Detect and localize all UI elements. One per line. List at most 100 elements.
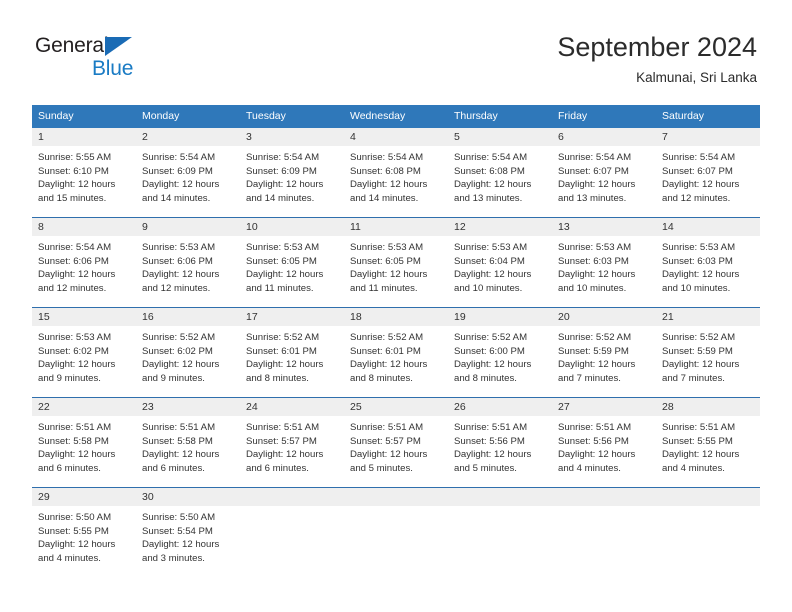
calendar-day-cell[interactable]: 7 Sunrise: 5:54 AM Sunset: 6:07 PM Daylight… bbox=[656, 128, 760, 210]
calendar-day-cell[interactable]: 29 Sunrise: 5:50 AM Sunset: 5:55 PM Dayligh… bbox=[32, 488, 136, 570]
calendar-day-cell[interactable]: 12 Sunrise: 5:53 AM Sunset: 6:04 PM Dayligh… bbox=[448, 218, 552, 300]
calendar-day-cell[interactable]: 26 Sunrise: 5:51 AM Sunset: 5:56 PM Dayligh… bbox=[448, 398, 552, 480]
day-details: Sunrise: 5:52 AM Sunset: 5:59 PM Daylight:… bbox=[552, 326, 656, 385]
calendar-day-cell[interactable]: 16 Sunrise: 5:52 AM Sunset: 6:02 PM Dayligh… bbox=[136, 308, 240, 390]
daylight-duration-line2: and 9 minutes. bbox=[38, 372, 101, 384]
daylight-duration-line1: Daylight: 12 hours bbox=[350, 179, 428, 191]
sunset-time: Sunset: 6:03 PM bbox=[662, 255, 733, 267]
calendar-day-cell[interactable]: 10 Sunrise: 5:53 AM Sunset: 6:05 PM Dayligh… bbox=[240, 218, 344, 300]
sunrise-time: Sunrise: 5:51 AM bbox=[350, 422, 424, 433]
daylight-duration-line1: Daylight: 12 hours bbox=[38, 449, 116, 461]
calendar-day-cell[interactable]: 30 Sunrise: 5:50 AM Sunset: 5:54 PM Dayligh… bbox=[136, 488, 240, 570]
daylight-duration-line2: and 13 minutes. bbox=[558, 192, 627, 204]
general-blue-logo[interactable]: General Blue bbox=[35, 34, 235, 84]
day-number bbox=[656, 488, 760, 506]
weekday-saturday: Saturday bbox=[662, 110, 705, 122]
calendar-day-cell[interactable]: 27 Sunrise: 5:51 AM Sunset: 5:56 PM Dayligh… bbox=[552, 398, 656, 480]
calendar-day-cell[interactable]: 21 Sunrise: 5:52 AM Sunset: 5:59 PM Dayligh… bbox=[656, 308, 760, 390]
day-details: Sunrise: 5:52 AM Sunset: 6:00 PM Daylight:… bbox=[448, 326, 552, 385]
weekday-header-row: Sunday Monday Tuesday Wednesday Thursday… bbox=[32, 105, 760, 128]
calendar-day-cell[interactable]: 11 Sunrise: 5:53 AM Sunset: 6:05 PM Dayligh… bbox=[344, 218, 448, 300]
daylight-duration-line2: and 10 minutes. bbox=[454, 282, 523, 294]
day-number: 28 bbox=[656, 398, 760, 416]
daylight-duration-line2: and 4 minutes. bbox=[662, 462, 725, 474]
day-number: 23 bbox=[136, 398, 240, 416]
sunrise-time: Sunrise: 5:52 AM bbox=[246, 332, 320, 343]
daylight-duration-line2: and 15 minutes. bbox=[38, 192, 107, 204]
daylight-duration-line1: Daylight: 12 hours bbox=[246, 179, 324, 191]
calendar-day-cell[interactable]: 9 Sunrise: 5:53 AM Sunset: 6:06 PM Daylight… bbox=[136, 218, 240, 300]
sunset-time: Sunset: 6:09 PM bbox=[246, 165, 317, 177]
calendar-day-cell-empty bbox=[656, 488, 760, 570]
sunrise-time: Sunrise: 5:55 AM bbox=[38, 152, 112, 163]
calendar-day-cell[interactable]: 1 Sunrise: 5:55 AM Sunset: 6:10 PM Daylight… bbox=[32, 128, 136, 210]
daylight-duration-line2: and 8 minutes. bbox=[350, 372, 413, 384]
calendar-day-cell[interactable]: 4 Sunrise: 5:54 AM Sunset: 6:08 PM Daylight… bbox=[344, 128, 448, 210]
calendar-day-cell[interactable]: 2 Sunrise: 5:54 AM Sunset: 6:09 PM Daylight… bbox=[136, 128, 240, 210]
day-details bbox=[344, 506, 448, 511]
sunrise-time: Sunrise: 5:54 AM bbox=[246, 152, 320, 163]
calendar-day-cell[interactable]: 20 Sunrise: 5:52 AM Sunset: 5:59 PM Dayligh… bbox=[552, 308, 656, 390]
day-details: Sunrise: 5:54 AM Sunset: 6:09 PM Daylight:… bbox=[136, 146, 240, 205]
daylight-duration-line2: and 6 minutes. bbox=[246, 462, 309, 474]
calendar-day-cell[interactable]: 3 Sunrise: 5:54 AM Sunset: 6:09 PM Daylight… bbox=[240, 128, 344, 210]
daylight-duration-line2: and 4 minutes. bbox=[558, 462, 621, 474]
daylight-duration-line1: Daylight: 12 hours bbox=[142, 359, 220, 371]
day-details: Sunrise: 5:53 AM Sunset: 6:02 PM Daylight:… bbox=[32, 326, 136, 385]
weekday-monday: Monday bbox=[142, 110, 180, 122]
sunrise-time: Sunrise: 5:51 AM bbox=[38, 422, 112, 433]
day-details: Sunrise: 5:53 AM Sunset: 6:05 PM Daylight:… bbox=[240, 236, 344, 295]
calendar-day-cell[interactable]: 8 Sunrise: 5:54 AM Sunset: 6:06 PM Daylight… bbox=[32, 218, 136, 300]
sunset-time: Sunset: 6:02 PM bbox=[142, 345, 213, 357]
day-number: 17 bbox=[240, 308, 344, 326]
calendar-day-cell[interactable]: 6 Sunrise: 5:54 AM Sunset: 6:07 PM Daylight… bbox=[552, 128, 656, 210]
daylight-duration-line2: and 7 minutes. bbox=[558, 372, 621, 384]
calendar-day-cell[interactable]: 14 Sunrise: 5:53 AM Sunset: 6:03 PM Dayligh… bbox=[656, 218, 760, 300]
day-details: Sunrise: 5:52 AM Sunset: 6:01 PM Daylight:… bbox=[344, 326, 448, 385]
calendar-day-cell[interactable]: 15 Sunrise: 5:53 AM Sunset: 6:02 PM Dayligh… bbox=[32, 308, 136, 390]
calendar-day-cell[interactable]: 18 Sunrise: 5:52 AM Sunset: 6:01 PM Dayligh… bbox=[344, 308, 448, 390]
calendar-day-cell-empty bbox=[240, 488, 344, 570]
day-number: 19 bbox=[448, 308, 552, 326]
calendar-day-cell[interactable]: 25 Sunrise: 5:51 AM Sunset: 5:57 PM Dayligh… bbox=[344, 398, 448, 480]
calendar-day-cell[interactable]: 13 Sunrise: 5:53 AM Sunset: 6:03 PM Dayligh… bbox=[552, 218, 656, 300]
sunset-time: Sunset: 6:01 PM bbox=[350, 345, 421, 357]
sunrise-time: Sunrise: 5:54 AM bbox=[142, 152, 216, 163]
calendar-week-row: 8 Sunrise: 5:54 AM Sunset: 6:06 PM Daylight… bbox=[32, 217, 760, 300]
calendar-day-cell[interactable]: 22 Sunrise: 5:51 AM Sunset: 5:58 PM Dayligh… bbox=[32, 398, 136, 480]
sunset-time: Sunset: 6:07 PM bbox=[558, 165, 629, 177]
day-details: Sunrise: 5:51 AM Sunset: 5:58 PM Daylight:… bbox=[136, 416, 240, 475]
sunset-time: Sunset: 5:55 PM bbox=[662, 435, 733, 447]
sunset-time: Sunset: 5:58 PM bbox=[38, 435, 109, 447]
sunrise-time: Sunrise: 5:53 AM bbox=[662, 242, 736, 253]
calendar-day-cell[interactable]: 19 Sunrise: 5:52 AM Sunset: 6:00 PM Dayligh… bbox=[448, 308, 552, 390]
daylight-duration-line2: and 14 minutes. bbox=[246, 192, 315, 204]
weekday-wednesday: Wednesday bbox=[350, 110, 406, 122]
day-number: 16 bbox=[136, 308, 240, 326]
daylight-duration-line2: and 5 minutes. bbox=[454, 462, 517, 474]
calendar-day-cell-empty bbox=[448, 488, 552, 570]
day-details: Sunrise: 5:53 AM Sunset: 6:03 PM Daylight:… bbox=[656, 236, 760, 295]
calendar-day-cell-empty bbox=[552, 488, 656, 570]
day-details: Sunrise: 5:51 AM Sunset: 5:57 PM Daylight:… bbox=[344, 416, 448, 475]
day-details bbox=[552, 506, 656, 511]
calendar-day-cell[interactable]: 23 Sunrise: 5:51 AM Sunset: 5:58 PM Dayligh… bbox=[136, 398, 240, 480]
sunset-time: Sunset: 5:58 PM bbox=[142, 435, 213, 447]
sunrise-time: Sunrise: 5:54 AM bbox=[38, 242, 112, 253]
day-details: Sunrise: 5:53 AM Sunset: 6:04 PM Daylight:… bbox=[448, 236, 552, 295]
calendar-day-cell[interactable]: 24 Sunrise: 5:51 AM Sunset: 5:57 PM Dayligh… bbox=[240, 398, 344, 480]
sunrise-time: Sunrise: 5:53 AM bbox=[558, 242, 632, 253]
sunrise-time: Sunrise: 5:51 AM bbox=[454, 422, 528, 433]
calendar-day-cell[interactable]: 17 Sunrise: 5:52 AM Sunset: 6:01 PM Dayligh… bbox=[240, 308, 344, 390]
calendar-day-cell[interactable]: 5 Sunrise: 5:54 AM Sunset: 6:08 PM Daylight… bbox=[448, 128, 552, 210]
day-number: 13 bbox=[552, 218, 656, 236]
calendar-day-cell[interactable]: 28 Sunrise: 5:51 AM Sunset: 5:55 PM Dayligh… bbox=[656, 398, 760, 480]
day-number: 10 bbox=[240, 218, 344, 236]
sunrise-time: Sunrise: 5:50 AM bbox=[142, 512, 216, 523]
day-details: Sunrise: 5:53 AM Sunset: 6:03 PM Daylight:… bbox=[552, 236, 656, 295]
daylight-duration-line1: Daylight: 12 hours bbox=[38, 179, 116, 191]
daylight-duration-line2: and 11 minutes. bbox=[350, 282, 418, 294]
day-number: 30 bbox=[136, 488, 240, 506]
day-number: 22 bbox=[32, 398, 136, 416]
sunset-time: Sunset: 6:10 PM bbox=[38, 165, 109, 177]
